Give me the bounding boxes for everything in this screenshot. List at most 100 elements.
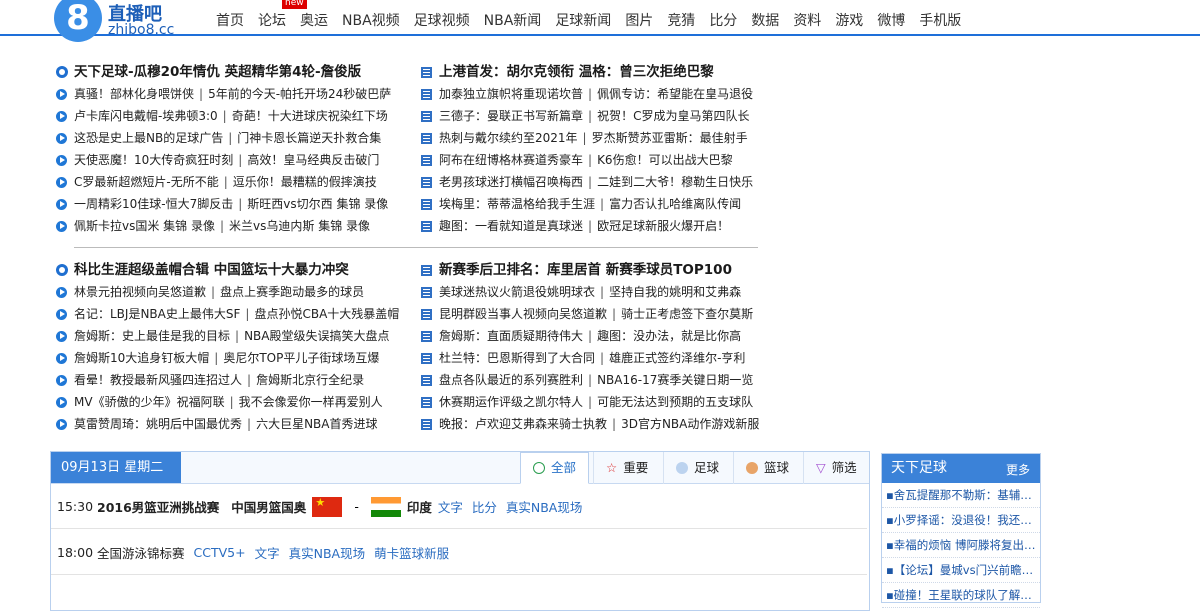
news-link[interactable]: 雄鹿正式签约泽维尔-亨利 [609,347,745,369]
sidebar-item[interactable]: ▪碰撞！王星联的球队了解不多 [882,583,1040,608]
news-link[interactable]: 这恐是史上最NB的足球广告 [74,127,223,149]
nav-item-weibo[interactable]: 微博 [877,10,905,30]
news-link[interactable]: MV《骄傲的少年》祝福阿联 [74,391,225,413]
score-link[interactable]: 比分 [472,497,497,516]
tab-all[interactable]: 全部 [520,452,590,484]
news-link[interactable]: 老男孩球迷打横幅召唤梅西 [439,171,583,193]
text-live-link[interactable]: 文字 [255,543,280,562]
headline[interactable]: 天下足球-瓜穆20年情仇 英超精华第4轮-詹俊版 [56,61,406,83]
nav-item-scores[interactable]: 比分 [709,10,737,30]
news-link[interactable]: 罗杰斯赞苏亚雷斯：最佳射手 [592,127,748,149]
more-link[interactable]: 更多 [1006,456,1030,485]
news-link[interactable]: 祝贺！C罗成为皇马第四队长 [597,105,749,127]
news-link[interactable]: NBA殿堂级失误搞笑大盘点 [244,325,389,347]
news-link[interactable]: 杜兰特：巴恩斯得到了大合同 [439,347,595,369]
nav-item-forum[interactable]: 论坛 [258,10,286,30]
news-link[interactable]: 卢卡库闪电戴帽-埃弗顿3:0 [74,105,218,127]
news-link[interactable]: 詹姆斯：史上最佳是我的目标 [74,325,230,347]
promo-link[interactable]: 萌卡篮球新服 [374,543,449,562]
news-link[interactable]: 阿布在纽博格林赛道秀豪车 [439,149,583,171]
nav-item-olympics[interactable]: 奥运 [300,10,328,30]
nav-item-pictures[interactable]: 图片 [625,10,653,30]
news-link[interactable]: 昆明群殴当事人视频向吴悠道歉 [439,303,607,325]
news-link[interactable]: 佩佩专访：希望能在皇马退役 [597,83,753,105]
news-link[interactable]: 佩斯卡拉vs国米 集锦 录像 [74,215,215,237]
nav-item-soccer-news[interactable]: 足球新闻 [555,10,611,30]
news-link[interactable]: 5年前的今天-帕托开场24秒破巴萨 [208,83,391,105]
headline[interactable]: 上港首发：胡尔克领衔 温格：曾三次拒绝巴黎 [421,61,771,83]
nav-item-stats[interactable]: 数据 [751,10,779,30]
news-link[interactable]: 趣图：一看就知道是真球迷 [439,215,583,237]
news-link[interactable]: 我不会像爱你一样再爱别人 [239,391,383,413]
tab-soccer[interactable]: 足球 [663,452,731,484]
news-link[interactable]: 一周精彩10佳球-恒大7脚反击 [74,193,233,215]
news-link[interactable]: 名记：LBJ是NBA史上最伟大SF [74,303,240,325]
tab-basketball[interactable]: 篮球 [733,452,801,484]
news-link[interactable]: 高效！皇马经典反击破门 [247,149,379,171]
tab-label: 筛选 [831,460,857,475]
news-link[interactable]: 盘点各队最近的系列赛胜利 [439,369,583,391]
news-link[interactable]: NBA16-17赛季关键日期一览 [597,369,753,391]
news-link[interactable]: 二娃到二大爷！穆勒生日快乐 [597,171,753,193]
news-link[interactable]: 3D官方NBA动作游戏新服 [621,413,759,435]
news-link[interactable]: 盘点孙悦CBA十大残暴盖帽 [254,303,399,325]
news-link[interactable]: 盘点上赛季跑动最多的球员 [220,281,364,303]
news-link[interactable]: 美球迷热议火箭退役姚明球衣 [439,281,595,303]
article-icon [421,66,432,78]
news-link[interactable]: 富力否认扎哈维离队传闻 [609,193,741,215]
nav-item-games[interactable]: 游戏 [835,10,863,30]
nav-item-nba-news[interactable]: NBA新闻 [484,10,542,30]
news-link[interactable]: 斯旺西vs切尔西 集锦 录像 [247,193,388,215]
news-link[interactable]: 三德子：曼联正书写新篇章 [439,105,583,127]
news-link[interactable]: 奇葩！十大进球庆祝染红下场 [232,105,388,127]
news-link[interactable]: 詹姆斯北京行全纪录 [256,369,364,391]
nav-item-mobile[interactable]: 手机版 [919,10,961,30]
nav-item-info[interactable]: 资料 [793,10,821,30]
nav-item-home[interactable]: 首页 [216,10,244,30]
list-item: 詹姆斯10大追身钉板大帽 | 奥尼尔TOP平儿子街球场互爆 [56,347,406,369]
nav-item-guess[interactable]: 竞猜 [667,10,695,30]
news-link[interactable]: 逗乐你！最糟糕的假摔演技 [233,171,377,193]
tab-filter[interactable]: ▽ 筛选 [803,452,869,484]
news-link[interactable]: 埃梅里：蒂蒂温格给我手生涯 [439,193,595,215]
news-link[interactable]: 米兰vs乌迪内斯 集锦 录像 [229,215,370,237]
headline[interactable]: 新赛季后卫排名：库里居首 新赛季球员TOP100 [421,259,771,281]
promo-link[interactable]: 真实NBA现场 [289,543,365,562]
news-link[interactable]: 莫雷赞周琦：姚明后中国最优秀 [74,413,242,435]
news-link[interactable]: 加泰独立旗帜将重现诺坎普 [439,83,583,105]
news-link[interactable]: 热刺与戴尔续约至2021年 [439,127,578,149]
news-link[interactable]: 骑士正考虑签下查尔莫斯 [621,303,753,325]
list-item: 詹姆斯：直面质疑期待伟大 | 趣图：没办法，就是比你高 [421,325,771,347]
nav-item-nba-video[interactable]: NBA视频 [342,10,400,30]
news-link[interactable]: 晚报：卢欢迎艾弗森来骑士执教 [439,413,607,435]
news-link[interactable]: K6伤愈！可以出战大巴黎 [597,149,733,171]
news-link[interactable]: 詹姆斯10大追身钉板大帽 [74,347,209,369]
sidebar-item[interactable]: ▪【论坛】曼城vs门兴前瞻分析 [882,558,1040,583]
news-link[interactable]: 真骚！部林化身喂饼侠 [74,83,194,105]
news-link[interactable]: 门神卡恩长篇逆天扑救合集 [237,127,381,149]
nav-item-soccer-video[interactable]: 足球视频 [414,10,470,30]
news-link[interactable]: 休赛期运作评级之凯尔特人 [439,391,583,413]
news-link[interactable]: 看晕！教授最新风骚四连招过人 [74,369,242,391]
news-link[interactable]: 天使恶魔！10大传奇疯狂时刻 [74,149,233,171]
news-link[interactable]: 奥尼尔TOP平儿子街球场互爆 [223,347,379,369]
site-logo[interactable]: 8 直播吧 zhibo8.cc [54,0,186,44]
text-live-link[interactable]: 文字 [438,497,463,516]
tab-important[interactable]: ☆ 重要 [593,452,660,484]
headline[interactable]: 科比生涯超级盖帽合辑 中国篮坛十大暴力冲突 [56,259,406,281]
news-link[interactable]: 欧冠足球新服火爆开启！ [597,215,729,237]
news-link[interactable]: 坚持自我的姚明和艾弗森 [609,281,741,303]
promo-link[interactable]: 真实NBA现场 [506,497,582,516]
tv-channel-link[interactable]: CCTV5+ [194,545,246,560]
news-link[interactable]: C罗最新超燃短片-无所不能 [74,171,219,193]
news-link[interactable]: 詹姆斯：直面质疑期待伟大 [439,325,583,347]
news-link[interactable]: 六大巨星NBA首秀进球 [256,413,377,435]
sidebar-item[interactable]: ▪小罗择谣：没退役！我还在踢球 [882,508,1040,533]
sidebar-item[interactable]: ▪幸福的烦恼 博阿滕将复出回归 [882,533,1040,558]
news-link[interactable]: 趣图：没办法，就是比你高 [597,325,741,347]
news-link[interactable]: 林景元拍视频向吴悠道歉 [74,281,206,303]
play-icon [56,154,67,166]
soccer-ball-icon [56,66,68,78]
news-link[interactable]: 可能无法达到预期的五支球队 [597,391,753,413]
sidebar-item[interactable]: ▪舍瓦提醒那不勒斯：基辅迪纳摩 [882,483,1040,508]
